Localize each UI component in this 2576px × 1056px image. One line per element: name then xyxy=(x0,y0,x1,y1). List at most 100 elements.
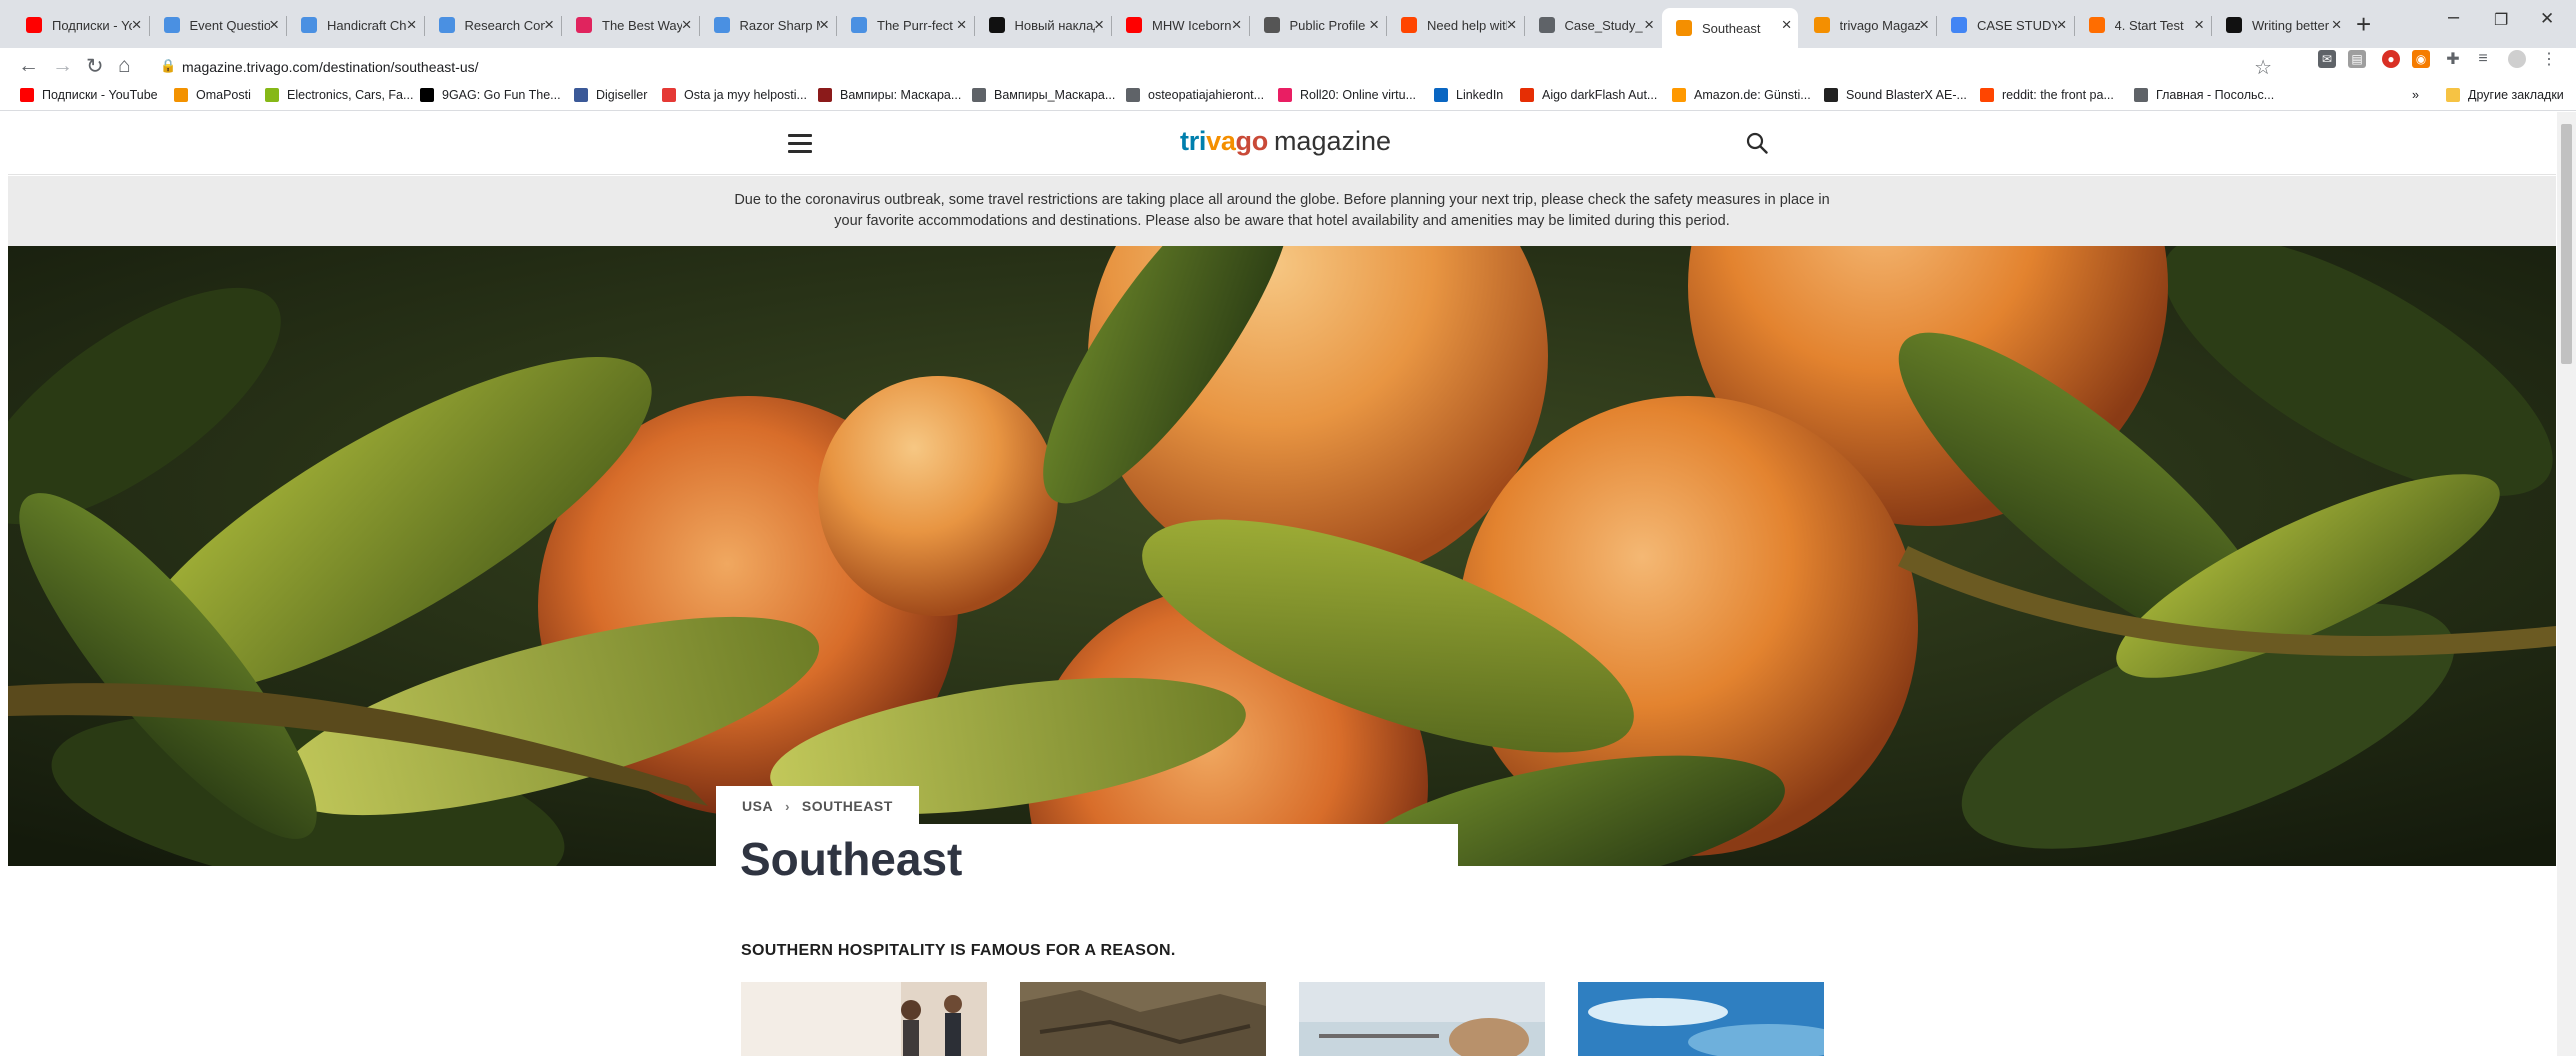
close-window-button[interactable]: ✕ xyxy=(2540,9,2554,29)
bookmark-item[interactable]: 9GAG: Go Fun The... xyxy=(420,86,561,104)
tab-title: The Best Ways xyxy=(602,17,682,33)
bookmark-item[interactable]: Главная - Посольс... xyxy=(2134,86,2274,104)
steam-icon xyxy=(818,88,832,102)
tab-title: Razor Sharp Minds xyxy=(739,17,820,33)
bookmark-item[interactable]: osteopatiajahieront... xyxy=(1126,86,1264,104)
close-tab-icon[interactable]: × xyxy=(2057,15,2067,35)
browser-tab[interactable]: Handicraft Challenge× xyxy=(287,8,423,42)
bookmark-item[interactable]: Digiseller xyxy=(574,86,647,104)
browser-tab[interactable]: Новый наклад × xyxy=(975,8,1111,42)
address-bar[interactable]: 🔒 magazine.trivago.com/destination/south… xyxy=(152,55,2272,81)
site-logo[interactable]: trivago magazine xyxy=(1180,126,1391,157)
bookmark-item[interactable]: Electronics, Cars, Fa... xyxy=(265,86,413,104)
article-card-image[interactable] xyxy=(1299,982,1545,1056)
browser-tab[interactable]: The Best Ways × xyxy=(562,8,698,42)
article-card-image[interactable] xyxy=(741,982,987,1056)
mail-extension-icon[interactable]: ✉ xyxy=(2318,50,2336,68)
breadcrumb-separator: › xyxy=(785,798,790,814)
trivago-icon xyxy=(1676,20,1692,36)
trivago-icon xyxy=(1813,17,1830,33)
close-tab-icon[interactable]: × xyxy=(1232,15,1242,35)
close-tab-icon[interactable]: × xyxy=(2194,15,2204,35)
close-tab-icon[interactable]: × xyxy=(269,15,279,35)
bookmark-label: Sound BlasterX AE-... xyxy=(1846,88,1967,102)
close-tab-icon[interactable]: × xyxy=(1507,15,1517,35)
reading-list-icon[interactable]: ≡ xyxy=(2474,50,2492,68)
browser-tab[interactable]: Case_Study_ × xyxy=(1525,8,1661,42)
close-tab-icon[interactable]: × xyxy=(819,15,829,35)
browser-tab[interactable]: Writing better × xyxy=(2212,8,2348,42)
article-card-image[interactable] xyxy=(1020,982,1266,1056)
bookmark-item[interactable]: Osta ja myy helposti... xyxy=(662,86,807,104)
menu-dots-icon[interactable]: ⋮ xyxy=(2540,50,2558,68)
close-tab-icon[interactable]: × xyxy=(2332,15,2342,35)
close-tab-icon[interactable]: × xyxy=(132,15,142,35)
browser-tab[interactable]: Razor Sharp Minds× xyxy=(700,8,836,42)
home-button[interactable]: ⌂ xyxy=(118,54,131,78)
browser-tab[interactable]: 4. Start Test × xyxy=(2075,8,2211,42)
scrollbar-thumb[interactable] xyxy=(2561,124,2572,364)
avatar[interactable] xyxy=(2508,50,2526,68)
close-tab-icon[interactable]: × xyxy=(407,15,417,35)
browser-tab[interactable]: Research Contest× xyxy=(425,8,561,42)
browser-tab[interactable]: Southeast × xyxy=(1662,8,1798,48)
browser-tab[interactable]: CASE STUDY × xyxy=(1937,8,2073,42)
bookmark-item[interactable]: Вампиры_Маскара... xyxy=(972,86,1115,104)
trophy-icon xyxy=(301,17,317,33)
rss-extension-icon[interactable]: ◉ xyxy=(2412,50,2430,68)
close-tab-icon[interactable]: × xyxy=(1919,15,1929,35)
browser-tab[interactable]: Public Profile × xyxy=(1250,8,1386,42)
bookmark-item[interactable]: Вампиры: Маскара... xyxy=(818,86,961,104)
close-tab-icon[interactable]: × xyxy=(1094,15,1104,35)
bookmark-item[interactable]: reddit: the front pa... xyxy=(1980,86,2114,104)
breadcrumb-usa[interactable]: USA xyxy=(742,798,773,814)
browser-tab[interactable]: Подписки - YouTube× xyxy=(12,8,148,42)
bookmark-item[interactable]: Amazon.de: Günsti... xyxy=(1672,86,1811,104)
close-tab-icon[interactable]: × xyxy=(682,15,692,35)
puzzle-extensions-icon[interactable]: ✚ xyxy=(2444,50,2462,68)
bookmark-label: 9GAG: Go Fun The... xyxy=(442,88,561,102)
close-tab-icon[interactable]: × xyxy=(1782,15,1792,35)
trophy-icon xyxy=(163,17,180,33)
browser-tab[interactable]: The Purr-fect × xyxy=(837,8,973,42)
back-button[interactable]: ← xyxy=(18,54,39,78)
browser-tab[interactable]: Event Questions× xyxy=(150,8,286,42)
bookmark-item[interactable]: OmaPosti xyxy=(174,86,251,104)
posti-icon xyxy=(174,88,188,102)
logo-segment: go xyxy=(1235,126,1269,156)
bookmarks-overflow-button[interactable]: » xyxy=(2412,86,2419,104)
bookmark-label: OmaPosti xyxy=(196,88,251,102)
browser-tab[interactable]: Need help with × xyxy=(1387,8,1523,42)
reload-button[interactable]: ↻ xyxy=(86,54,104,79)
new-tab-button[interactable]: + xyxy=(2356,10,2371,38)
search-icon[interactable] xyxy=(1746,132,1768,154)
browser-tab[interactable]: trivago Magazine× xyxy=(1800,8,1936,42)
url-text[interactable]: magazine.trivago.com/destination/southea… xyxy=(182,59,479,75)
close-tab-icon[interactable]: × xyxy=(957,15,967,35)
breadcrumb-southeast[interactable]: SOUTHEAST xyxy=(802,798,893,814)
bookmark-label: Вампиры_Маскара... xyxy=(994,88,1116,102)
tab-title: Need help with xyxy=(1427,17,1507,33)
close-tab-icon[interactable]: × xyxy=(544,15,554,35)
adblock-extension-icon[interactable]: ● xyxy=(2382,50,2400,68)
bookmark-item[interactable]: Aigo darkFlash Aut... xyxy=(1520,86,1657,104)
bookmark-item[interactable]: Sound BlasterX AE-... xyxy=(1824,86,1967,104)
article-card-image[interactable] xyxy=(1578,982,1824,1056)
forward-button[interactable]: → xyxy=(52,54,73,78)
restore-button[interactable]: ❐ xyxy=(2494,10,2508,30)
close-tab-icon[interactable]: × xyxy=(1644,15,1654,35)
extension-icon[interactable]: ▤ xyxy=(2348,50,2366,68)
page-scrollbar[interactable] xyxy=(2557,112,2576,1056)
bookmark-item[interactable]: LinkedIn xyxy=(1434,86,1503,104)
other-bookmarks-folder[interactable]: Другие закладки xyxy=(2446,86,2564,104)
browser-tab[interactable]: MHW Iceborne × xyxy=(1112,8,1248,42)
bookmark-label: Вампиры: Маскара... xyxy=(840,88,962,102)
bookmark-star-icon[interactable]: ☆ xyxy=(2254,55,2272,80)
bookmark-item[interactable]: Roll20: Online virtu... xyxy=(1278,86,1416,104)
close-tab-icon[interactable]: × xyxy=(1369,15,1379,35)
minimize-button[interactable]: – xyxy=(2448,6,2459,29)
tab-title: CASE STUDY xyxy=(1977,17,2057,33)
bookmark-item[interactable]: Подписки - YouTube xyxy=(20,86,158,104)
tab-title: Research Contest xyxy=(464,17,545,33)
hamburger-menu-icon[interactable] xyxy=(788,134,812,153)
